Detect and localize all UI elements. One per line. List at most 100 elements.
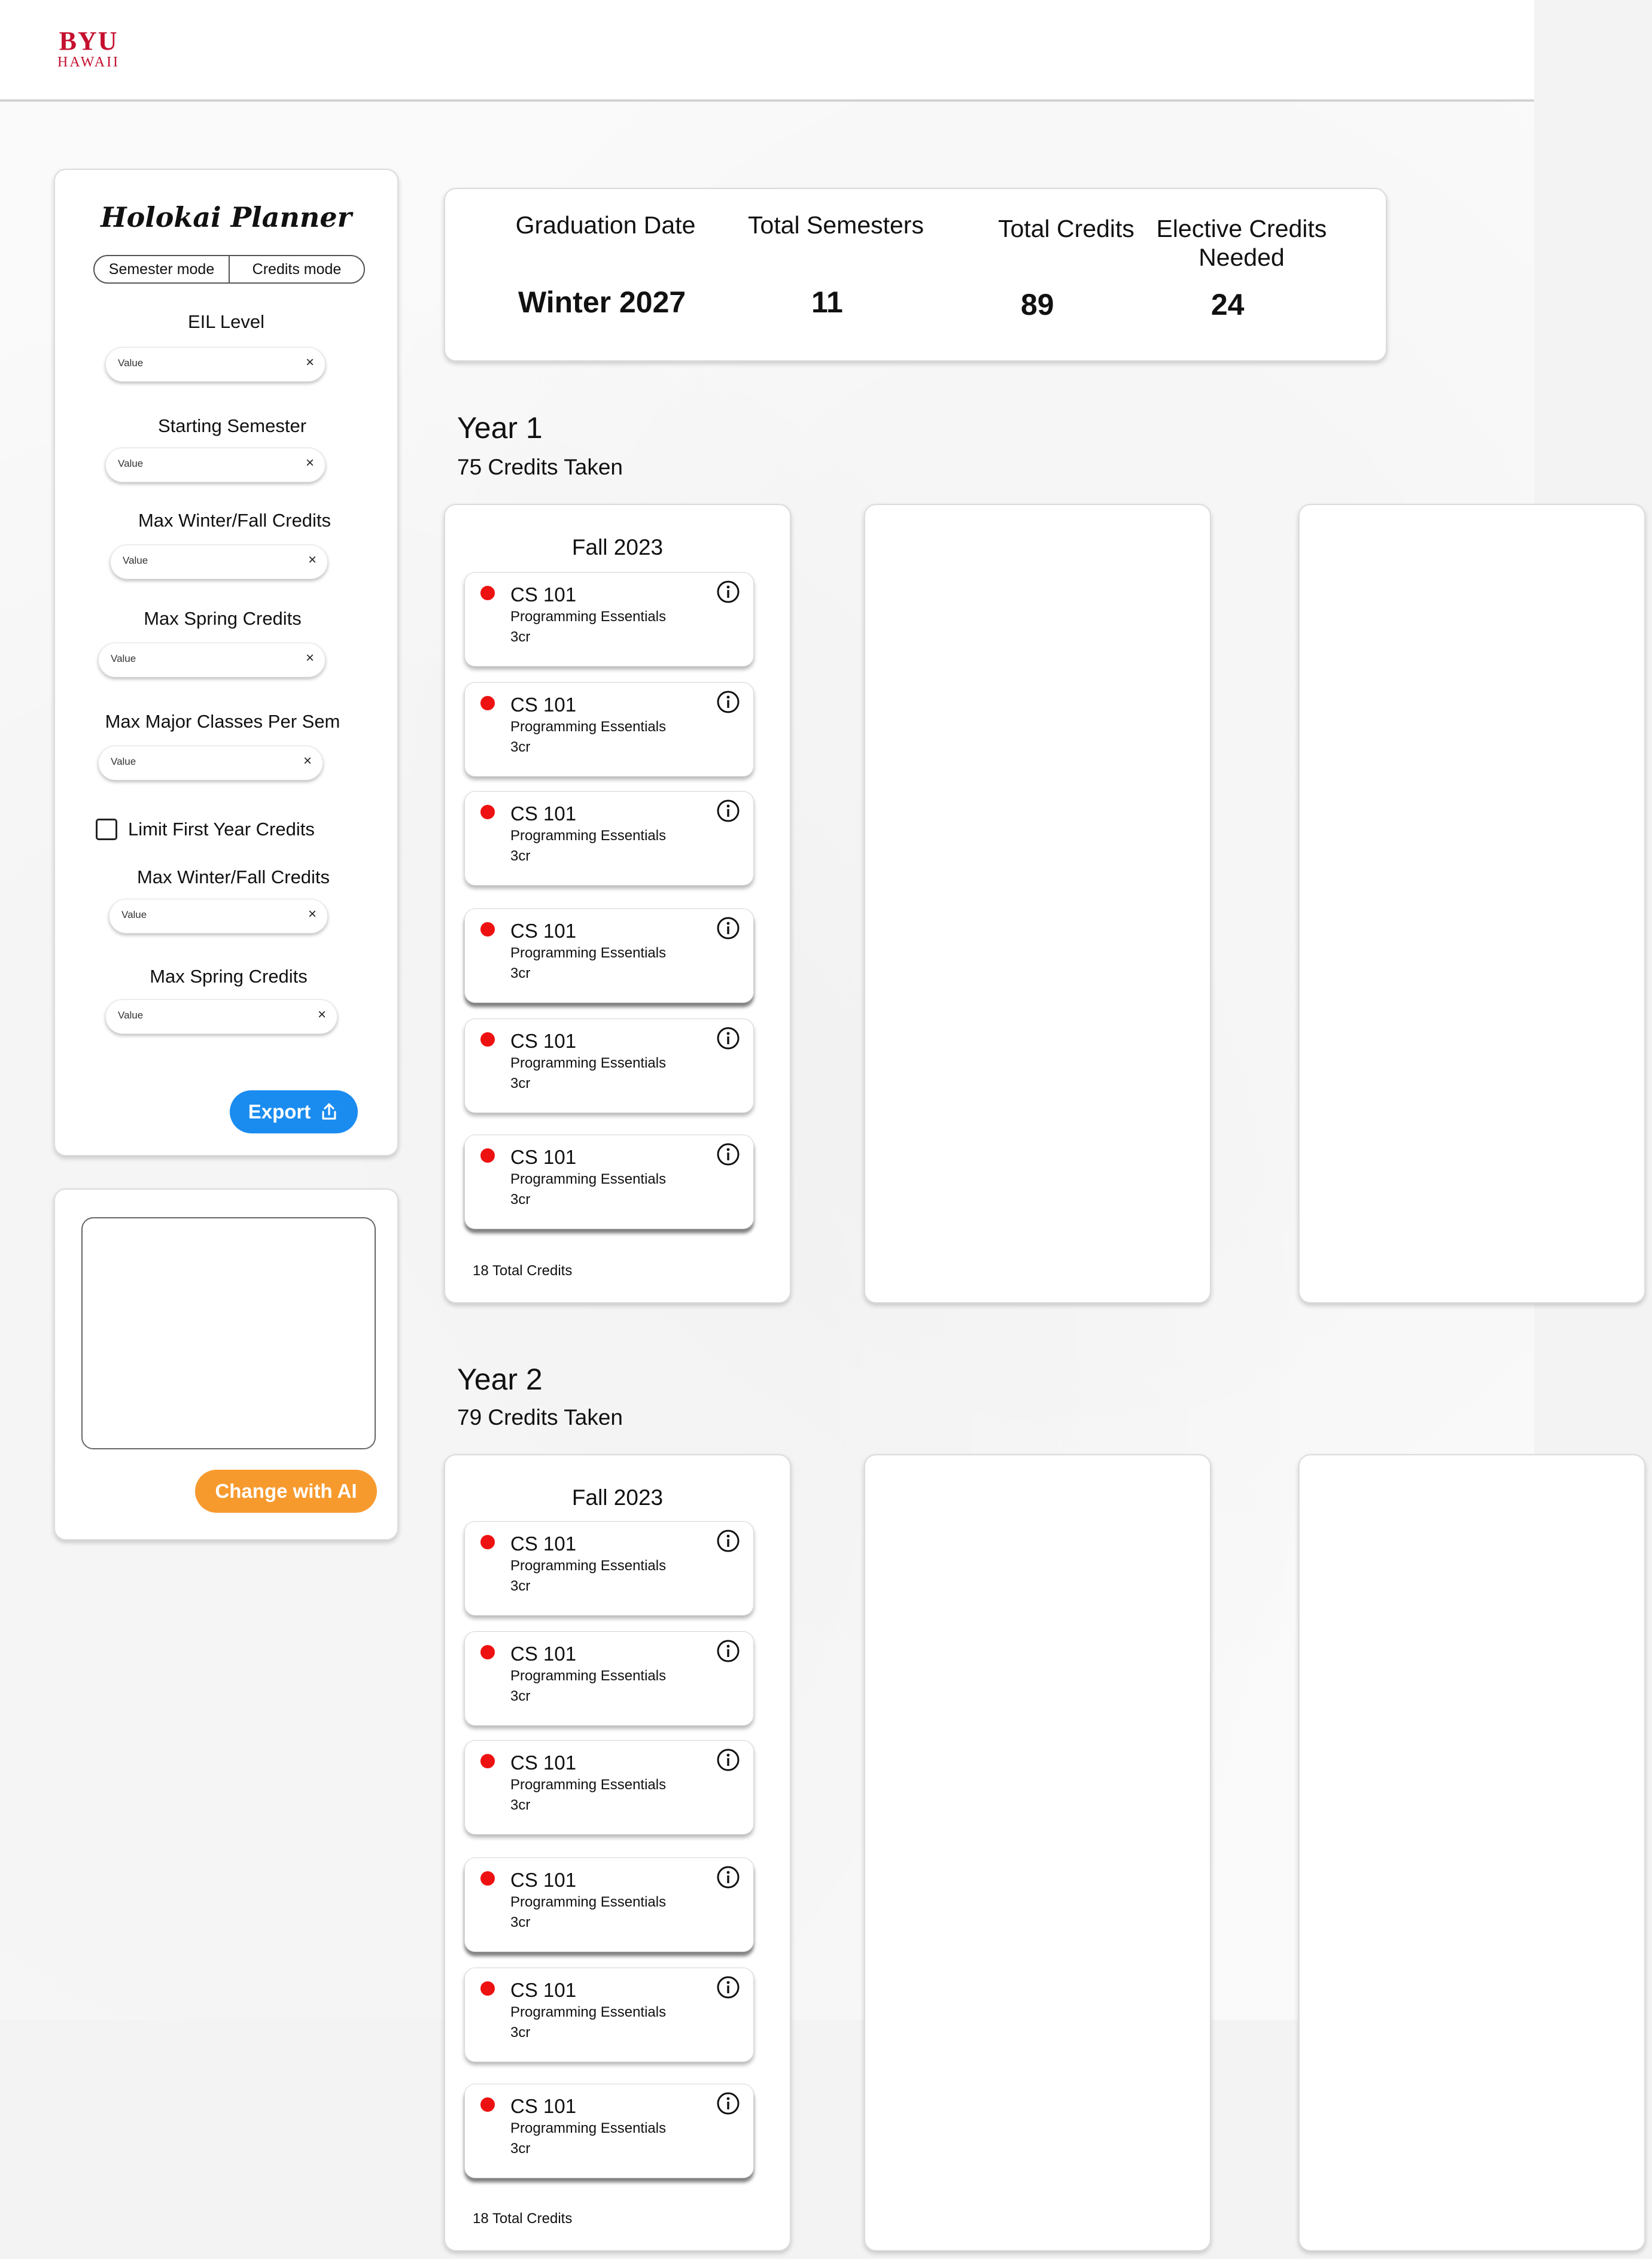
clear-icon[interactable]: × — [318, 1007, 326, 1023]
max-spring-credits-input[interactable]: Value × — [98, 643, 325, 677]
max-major-classes-input[interactable]: Value × — [98, 746, 323, 780]
semester-mode-button[interactable]: Semester mode — [95, 256, 229, 282]
year-2-title: Year 2 — [457, 1363, 543, 1396]
elective-credits-value: 24 — [1211, 288, 1245, 321]
info-icon[interactable] — [716, 916, 740, 940]
course-code: CS 101 — [510, 583, 577, 606]
info-icon[interactable] — [716, 1142, 740, 1166]
course-code: CS 101 — [510, 1030, 577, 1052]
course-name: Programming Essentials — [510, 828, 667, 844]
course-name: Programming Essentials — [510, 609, 667, 625]
course-card[interactable]: CS 101 Programming Essentials 3cr — [464, 572, 754, 667]
status-dot-icon — [480, 1148, 495, 1163]
info-icon[interactable] — [716, 2091, 740, 2115]
course-name: Programming Essentials — [510, 1171, 667, 1187]
byu-hawaii-logo[interactable]: BYU HAWAII — [57, 26, 120, 70]
semester-title: Fall 2023 — [571, 1485, 664, 1510]
export-button[interactable]: Export — [230, 1090, 358, 1133]
max-winter-fall-credits-input[interactable]: Value × — [110, 545, 328, 579]
field-value: Value — [118, 458, 144, 469]
clear-icon[interactable]: × — [308, 906, 317, 923]
logo-text-main: BYU — [59, 26, 118, 56]
ai-prompt-textarea[interactable] — [81, 1217, 376, 1449]
course-card[interactable]: CS 101 Programming Essentials 3cr — [464, 1521, 754, 1616]
course-card[interactable]: CS 101 Programming Essentials 3cr — [464, 1740, 754, 1835]
checkbox-box[interactable] — [96, 819, 117, 840]
first-year-max-spring-label: Max Spring Credits — [150, 966, 308, 987]
clear-icon[interactable]: × — [306, 455, 314, 472]
total-semesters-stat: Total Semesters — [732, 211, 939, 239]
first-year-max-winter-fall-input[interactable]: Value × — [109, 899, 328, 934]
course-card[interactable]: CS 101 Programming Essentials 3cr — [464, 1018, 754, 1113]
course-credits: 3cr — [510, 1688, 531, 1704]
course-code: CS 101 — [510, 1869, 577, 1891]
course-card[interactable]: CS 101 Programming Essentials 3cr — [464, 1135, 754, 1229]
graduation-date-value: Winter 2027 — [518, 285, 686, 319]
course-credits: 3cr — [510, 848, 531, 864]
course-name: Programming Essentials — [510, 1894, 667, 1910]
year-2-semester-2[interactable] — [864, 1454, 1211, 2251]
starting-semester-label: Starting Semester — [157, 415, 307, 436]
course-name: Programming Essentials — [510, 1668, 667, 1684]
course-card[interactable]: CS 101 Programming Essentials 3cr — [464, 1857, 754, 1952]
course-name: Programming Essentials — [510, 1777, 667, 1793]
course-name: Programming Essentials — [510, 945, 667, 961]
info-icon[interactable] — [716, 1529, 740, 1553]
year-2-semester-3[interactable] — [1298, 1454, 1645, 2251]
course-card[interactable]: CS 101 Programming Essentials 3cr — [464, 682, 754, 777]
summary-stats: Graduation Date Winter 2027 Total Semest… — [444, 188, 1387, 361]
export-label: Export — [248, 1100, 311, 1123]
settings-panel: Holokai Planner Semester mode Credits mo… — [54, 169, 398, 1156]
course-credits: 3cr — [510, 965, 531, 981]
total-credits-stat: Total Credits — [972, 214, 1161, 243]
status-dot-icon — [480, 1754, 495, 1768]
info-icon[interactable] — [716, 1026, 740, 1050]
field-value: Value — [111, 756, 136, 767]
course-code: CS 101 — [510, 920, 577, 942]
clear-icon[interactable]: × — [303, 753, 312, 770]
first-year-max-spring-input[interactable]: Value × — [105, 999, 337, 1034]
course-card[interactable]: CS 101 Programming Essentials 3cr — [464, 2084, 754, 2178]
limit-first-year-checkbox[interactable]: Limit First Year Credits — [96, 819, 315, 840]
course-card[interactable]: CS 101 Programming Essentials 3cr — [464, 908, 754, 1003]
info-icon[interactable] — [716, 1865, 740, 1889]
eil-level-input[interactable]: Value × — [105, 347, 325, 382]
max-spring-credits-label: Max Spring Credits — [144, 608, 302, 629]
info-icon[interactable] — [716, 1639, 740, 1663]
course-credits: 3cr — [510, 1914, 531, 1930]
credits-mode-button[interactable]: Credits mode — [229, 256, 364, 282]
course-code: CS 101 — [510, 802, 577, 825]
clear-icon[interactable]: × — [308, 552, 317, 568]
info-icon[interactable] — [716, 580, 740, 604]
info-icon[interactable] — [716, 799, 740, 823]
course-code: CS 101 — [510, 1979, 577, 2001]
course-name: Programming Essentials — [510, 1055, 667, 1071]
course-name: Programming Essentials — [510, 2120, 667, 2136]
change-with-ai-button[interactable]: Change with AI — [195, 1470, 377, 1513]
share-upload-icon — [322, 1103, 336, 1120]
course-card[interactable]: CS 101 Programming Essentials 3cr — [464, 1631, 754, 1726]
clear-icon[interactable]: × — [306, 354, 314, 371]
year-1-semester-2[interactable] — [864, 504, 1211, 1303]
course-credits: 3cr — [510, 739, 531, 755]
course-code: CS 101 — [510, 1752, 577, 1774]
field-value: Value — [111, 653, 136, 664]
course-credits: 3cr — [510, 1075, 531, 1092]
info-icon[interactable] — [716, 690, 740, 714]
status-dot-icon — [480, 1535, 495, 1549]
info-icon[interactable] — [716, 1748, 740, 1772]
status-dot-icon — [480, 2097, 495, 2112]
starting-semester-input[interactable]: Value × — [105, 448, 325, 482]
year-1-semester-3[interactable] — [1298, 504, 1645, 1303]
course-code: CS 101 — [510, 1146, 577, 1168]
year-1-semester-1[interactable]: Fall 2023 CS 101 Programming Essentials … — [444, 504, 791, 1303]
course-credits: 3cr — [510, 1797, 531, 1813]
status-dot-icon — [480, 922, 495, 937]
info-icon[interactable] — [716, 1975, 740, 1999]
top-header: BYU HAWAII — [0, 0, 1534, 102]
course-card[interactable]: CS 101 Programming Essentials 3cr — [464, 791, 754, 886]
course-card[interactable]: CS 101 Programming Essentials 3cr — [464, 1968, 754, 2062]
clear-icon[interactable]: × — [306, 650, 314, 667]
year-2-semester-1[interactable]: Fall 2023 CS 101 Programming Essentials … — [444, 1454, 791, 2251]
status-dot-icon — [480, 586, 495, 600]
